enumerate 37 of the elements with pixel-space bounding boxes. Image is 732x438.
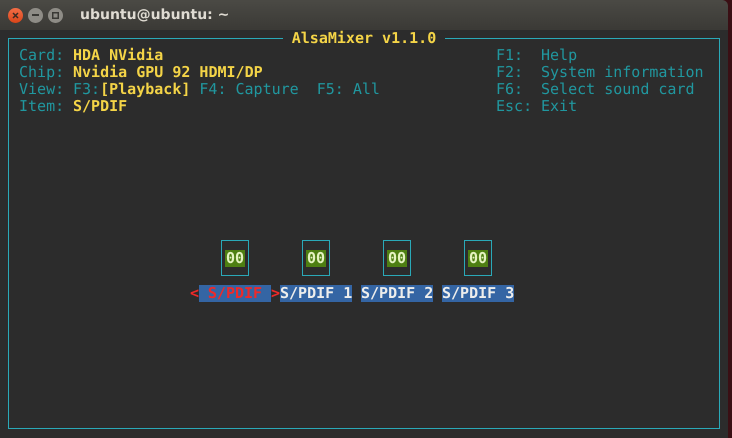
key-label: F6: xyxy=(496,81,524,98)
maximize-icon xyxy=(52,12,59,18)
key-action: Select sound card xyxy=(541,81,695,98)
key-label: F2: xyxy=(496,64,524,81)
selection-marker: > xyxy=(271,285,280,302)
level-value: 00 xyxy=(306,250,326,266)
view-key: F4: xyxy=(199,81,226,98)
key-label: F1: xyxy=(496,47,524,64)
view-tab[interactable]: [Playback] xyxy=(100,81,190,98)
window-title: ubuntu@ubuntu: ~ xyxy=(80,6,230,24)
view-tab[interactable]: All xyxy=(344,81,389,98)
level-value: 00 xyxy=(386,250,408,266)
view-tab[interactable]: Capture xyxy=(226,81,308,98)
info-label: Item: xyxy=(19,98,66,115)
info-label: Chip: xyxy=(19,64,66,81)
control-label[interactable]: S/PDIF 3 xyxy=(442,285,514,302)
info-value: HDA NVidia xyxy=(73,47,164,64)
close-icon xyxy=(12,12,19,18)
control-label[interactable]: S/PDIF 2 xyxy=(361,285,433,302)
minimize-button[interactable] xyxy=(28,8,43,22)
minimize-icon xyxy=(32,14,39,16)
close-button[interactable] xyxy=(8,8,23,22)
info-label: View: xyxy=(19,81,66,98)
view-key: F3: xyxy=(73,81,100,98)
maximize-button[interactable] xyxy=(48,8,63,22)
view-key: F5: xyxy=(316,81,344,98)
level-value: 00 xyxy=(224,250,246,266)
selection-marker: < xyxy=(190,285,199,302)
info-value: S/PDIF xyxy=(73,98,128,115)
info-value: Nvidia GPU 92 HDMI/DP xyxy=(73,64,263,81)
control-label[interactable]: S/PDIF 1 xyxy=(280,285,352,302)
key-action: Help xyxy=(541,47,578,64)
level-value: 00 xyxy=(468,250,488,266)
key-label: Esc: xyxy=(496,98,534,115)
info-label: Card: xyxy=(19,47,66,64)
key-action: System information xyxy=(541,64,704,81)
key-action: Exit xyxy=(541,98,578,115)
